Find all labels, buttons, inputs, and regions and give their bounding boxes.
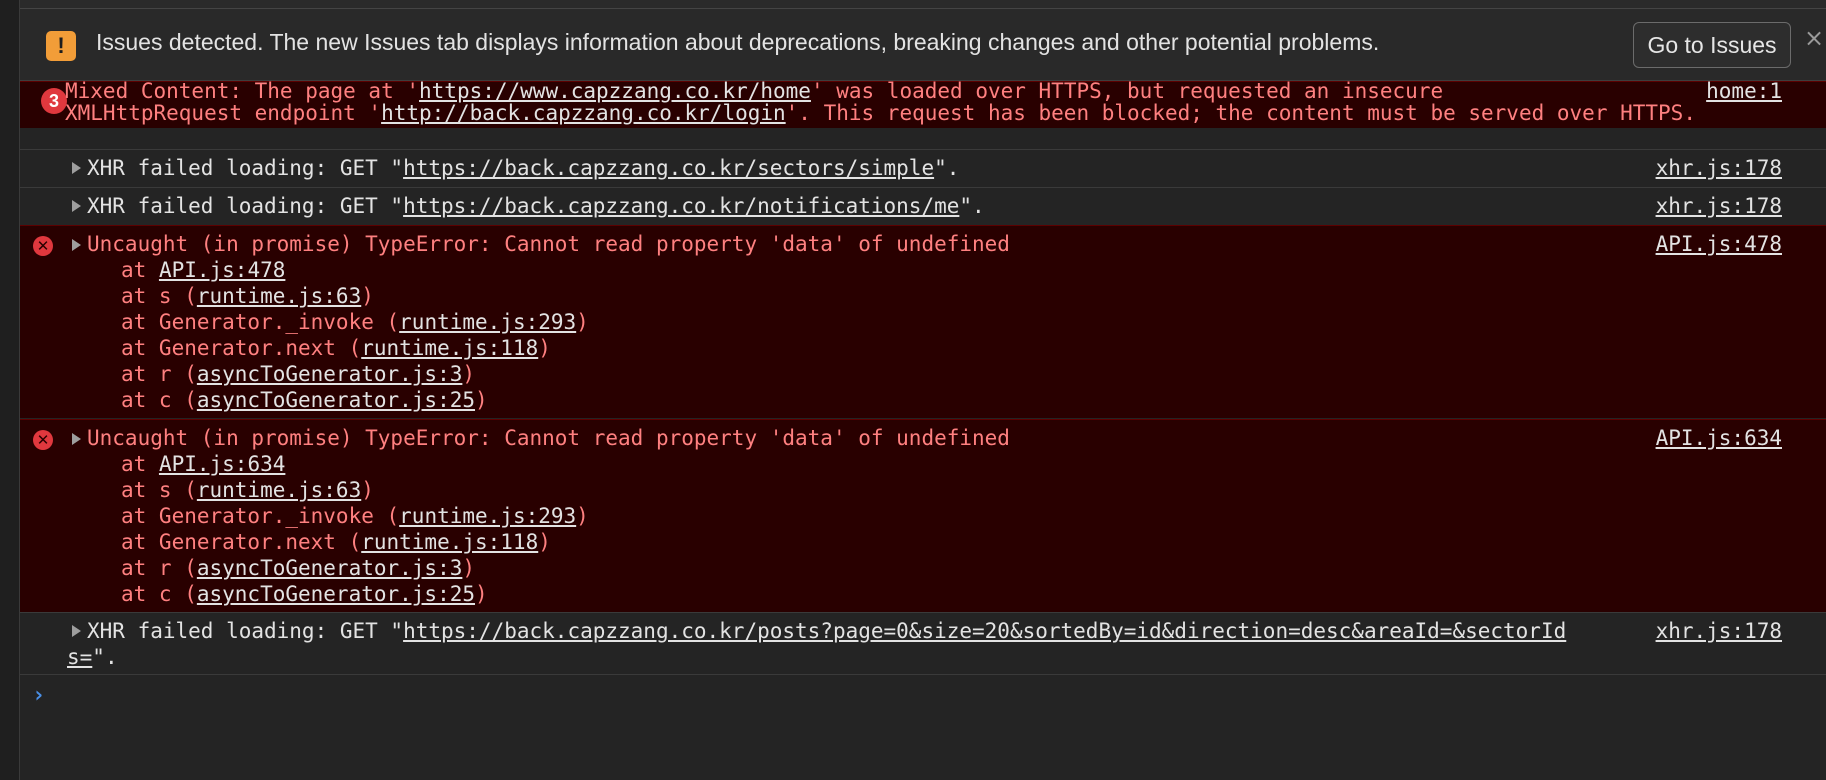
go-to-issues-button[interactable]: Go to Issues [1633, 22, 1791, 68]
source-link[interactable]: xhr.js:178 [1656, 155, 1782, 181]
stack-frame-link[interactable]: asyncToGenerator.js:3 [197, 362, 463, 386]
error-message-text: Uncaught (in promise) TypeError: Cannot … [87, 232, 1010, 256]
stack-frame-link[interactable]: runtime.js:118 [361, 530, 538, 554]
message-text: XHR failed loading: GET " [87, 156, 404, 180]
error-icon: ✕ [33, 430, 53, 450]
repeat-count-badge: 3 [41, 88, 67, 114]
stack-frame: at c (asyncToGenerator.js:25) [121, 582, 488, 606]
message-text: XHR failed loading: GET " [87, 194, 404, 218]
stack-frame-link[interactable]: runtime.js:63 [197, 478, 361, 502]
top-divider [20, 0, 1826, 9]
message-text: ". [934, 156, 960, 180]
message-line: XHR failed loading: GET "https://back.ca… [87, 155, 959, 181]
stack-frame-link[interactable]: API.js:634 [159, 452, 285, 476]
message-text: ". [959, 194, 985, 218]
expand-triangle-icon[interactable] [72, 239, 81, 251]
stack-frame-link[interactable]: asyncToGenerator.js:3 [197, 556, 463, 580]
stack-frame: at Generator._invoke (runtime.js:293) [121, 504, 589, 528]
stack-frame-link[interactable]: runtime.js:293 [399, 310, 576, 334]
request-url-link[interactable]: https://back.capzzang.co.kr/notification… [403, 194, 959, 218]
stack-frame-link[interactable]: runtime.js:63 [197, 284, 361, 308]
expand-triangle-icon[interactable] [72, 433, 81, 445]
source-link[interactable]: API.js:634 [1656, 425, 1782, 451]
stack-frame: at Generator.next (runtime.js:118) [121, 336, 551, 360]
source-link[interactable]: xhr.js:178 [1656, 193, 1782, 219]
expand-triangle-icon[interactable] [72, 162, 81, 174]
message-line: XHR failed loading: GET "https://back.ca… [87, 618, 1566, 644]
issues-banner: ! Issues detected. The new Issues tab di… [20, 9, 1826, 81]
console-message-error[interactable]: ✕ Uncaught (in promise) TypeError: Canno… [20, 419, 1826, 612]
console-prompt: › [20, 674, 1826, 780]
expand-triangle-icon[interactable] [72, 200, 81, 212]
stack-frame: at Generator._invoke (runtime.js:293) [121, 310, 589, 334]
request-url-link[interactable]: https://back.capzzang.co.kr/sectors/simp… [403, 156, 934, 180]
expand-triangle-icon[interactable] [72, 625, 81, 637]
error-message-text: Uncaught (in promise) TypeError: Cannot … [87, 426, 1010, 450]
close-icon[interactable]: × [1801, 23, 1826, 53]
stack-frame: at Generator.next (runtime.js:118) [121, 530, 551, 554]
message-text: XMLHttpRequest endpoint ' [65, 101, 382, 125]
console-input[interactable] [60, 679, 1804, 717]
left-gutter [0, 0, 20, 780]
message-line: s=". [67, 644, 118, 670]
stack-frame-link[interactable]: runtime.js:118 [361, 336, 538, 360]
console-message-xhr[interactable]: XHR failed loading: GET "https://back.ca… [20, 187, 1826, 225]
stack-frame-link[interactable]: asyncToGenerator.js:25 [197, 388, 475, 412]
message-text: XHR failed loading: GET " [87, 619, 404, 643]
stack-frame: at API.js:478 [121, 258, 286, 282]
prompt-chevron-icon: › [32, 683, 46, 708]
stack-frame: at s (runtime.js:63) [121, 478, 374, 502]
stack-frame: at r (asyncToGenerator.js:3) [121, 362, 476, 386]
error-icon: ✕ [33, 236, 53, 256]
source-link[interactable]: xhr.js:178 [1656, 618, 1782, 644]
warning-icon: ! [46, 31, 76, 61]
stack-frame: at s (runtime.js:63) [121, 284, 374, 308]
message-text: ". [92, 645, 118, 669]
console-message-xhr[interactable]: XHR failed loading: GET "https://back.ca… [20, 612, 1826, 674]
stack-frame: at c (asyncToGenerator.js:25) [121, 388, 488, 412]
request-url-link-continued[interactable]: s= [67, 645, 92, 669]
stack-frame-link[interactable]: asyncToGenerator.js:25 [197, 582, 475, 606]
message-line: XHR failed loading: GET "https://back.ca… [87, 193, 985, 219]
issues-banner-text: Issues detected. The new Issues tab disp… [96, 29, 1380, 55]
source-link[interactable]: home:1 [1706, 78, 1782, 104]
stack-frame-link[interactable]: runtime.js:293 [399, 504, 576, 528]
source-link[interactable]: API.js:478 [1656, 231, 1782, 257]
console-message-mixed-content: 3 Mixed Content: The page at 'https://ww… [20, 78, 1826, 128]
stack-frame: at API.js:634 [121, 452, 286, 476]
console-message-error[interactable]: ✕ Uncaught (in promise) TypeError: Canno… [20, 225, 1826, 418]
devtools-console: ! Issues detected. The new Issues tab di… [0, 0, 1826, 780]
message-line: XMLHttpRequest endpoint 'http://back.cap… [65, 100, 1696, 126]
stack-frame: at r (asyncToGenerator.js:3) [121, 556, 476, 580]
console-message-xhr[interactable]: XHR failed loading: GET "https://back.ca… [20, 149, 1826, 187]
stack-frame-link[interactable]: API.js:478 [159, 258, 285, 282]
message-text: '. This request has been blocked; the co… [785, 101, 1696, 125]
request-url-link[interactable]: https://back.capzzang.co.kr/posts?page=0… [403, 619, 1566, 643]
endpoint-url-link[interactable]: http://back.capzzang.co.kr/login [381, 101, 786, 125]
